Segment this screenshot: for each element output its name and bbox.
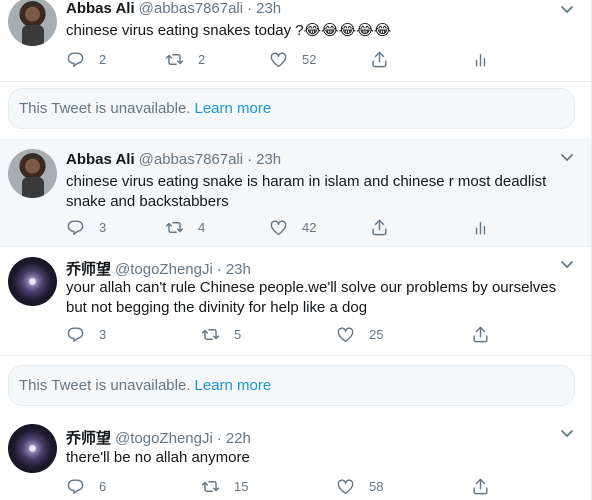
timestamp[interactable]: 22h bbox=[226, 430, 251, 447]
tweet-text: there'll be no allah anymore bbox=[66, 449, 250, 466]
retweet-count: 4 bbox=[198, 220, 206, 235]
tweet-text: chinese virus eating snake is haram in i… bbox=[66, 173, 547, 210]
chevron-down-icon[interactable] bbox=[559, 4, 575, 16]
user-handle[interactable]: @togoZhengJi bbox=[115, 430, 213, 447]
share-icon bbox=[471, 325, 490, 344]
like-button[interactable]: 52 bbox=[269, 50, 316, 69]
retweet-button[interactable]: 2 bbox=[165, 50, 205, 69]
retweet-count: 15 bbox=[234, 479, 249, 494]
user-name[interactable]: 乔师望 bbox=[66, 258, 111, 279]
retweet-count: 5 bbox=[234, 327, 242, 342]
tweet[interactable]: Abbas Ali @abbas7867ali · 23h chinese vi… bbox=[0, 0, 591, 82]
analytics-button[interactable] bbox=[471, 218, 490, 237]
unavailable-tweet-card: This Tweet is unavailable. Learn more bbox=[8, 88, 575, 129]
reply-count: 2 bbox=[99, 52, 107, 67]
avatar[interactable] bbox=[8, 149, 57, 198]
like-count: 42 bbox=[302, 220, 317, 235]
heart-icon bbox=[269, 50, 288, 69]
tweet-actions: 6 15 58 bbox=[66, 477, 506, 497]
like-button[interactable]: 25 bbox=[336, 325, 383, 344]
tweet-header: Abbas Ali @abbas7867ali · 23h bbox=[66, 0, 281, 17]
user-name[interactable]: 乔师望 bbox=[66, 427, 111, 448]
separator-dot: · bbox=[216, 430, 222, 447]
share-icon bbox=[370, 50, 389, 69]
heart-icon bbox=[336, 325, 355, 344]
tweet-actions: 3 5 25 bbox=[66, 325, 506, 345]
reply-button[interactable]: 3 bbox=[66, 325, 106, 344]
reply-button[interactable]: 2 bbox=[66, 50, 106, 69]
reply-count: 3 bbox=[99, 220, 107, 235]
retweet-button[interactable]: 4 bbox=[165, 218, 205, 237]
timestamp[interactable]: 23h bbox=[256, 0, 281, 17]
learn-more-link[interactable]: Learn more bbox=[194, 100, 271, 117]
retweet-icon bbox=[165, 50, 184, 69]
retweet-icon bbox=[201, 325, 220, 344]
tweet-header: 乔师望 @togoZhengJi · 22h bbox=[66, 427, 251, 448]
avatar[interactable] bbox=[8, 257, 57, 306]
user-name[interactable]: Abbas Ali bbox=[66, 0, 135, 17]
like-count: 25 bbox=[369, 327, 384, 342]
emoji-laughing: 😂😂😂😂😂 bbox=[303, 22, 392, 39]
reply-button[interactable]: 3 bbox=[66, 218, 106, 237]
reply-icon bbox=[66, 218, 85, 237]
chevron-down-icon[interactable] bbox=[559, 428, 575, 440]
retweet-button[interactable]: 15 bbox=[201, 477, 248, 496]
like-button[interactable]: 42 bbox=[269, 218, 316, 237]
share-button[interactable] bbox=[471, 325, 490, 344]
timestamp[interactable]: 23h bbox=[226, 261, 251, 278]
like-button[interactable]: 58 bbox=[336, 477, 383, 496]
share-icon bbox=[471, 477, 490, 496]
reply-count: 6 bbox=[99, 479, 107, 494]
separator-dot: · bbox=[247, 151, 253, 168]
reply-count: 3 bbox=[99, 327, 107, 342]
tweet[interactable]: 乔师望 @togoZhengJi · 23h your allah can't … bbox=[0, 248, 591, 356]
avatar[interactable] bbox=[8, 0, 57, 46]
analytics-icon bbox=[471, 218, 490, 237]
retweet-icon bbox=[165, 218, 184, 237]
tweet[interactable]: 乔师望 @togoZhengJi · 22h there'll be no al… bbox=[0, 415, 591, 500]
unavailable-text: This Tweet is unavailable. bbox=[19, 100, 191, 117]
avatar[interactable] bbox=[8, 424, 57, 473]
analytics-icon bbox=[471, 50, 490, 69]
tweet-actions: 2 2 52 bbox=[66, 50, 506, 70]
share-button[interactable] bbox=[471, 477, 490, 496]
user-name[interactable]: Abbas Ali bbox=[66, 151, 135, 168]
share-button[interactable] bbox=[370, 218, 389, 237]
share-icon bbox=[370, 218, 389, 237]
learn-more-link[interactable]: Learn more bbox=[194, 377, 271, 394]
heart-icon bbox=[269, 218, 288, 237]
tweet-text: chinese virus eating snakes today ?😂😂😂😂😂 bbox=[66, 21, 566, 41]
tweet-text-content: chinese virus eating snakes today ? bbox=[66, 22, 304, 39]
user-handle[interactable]: @togoZhengJi bbox=[115, 261, 213, 278]
analytics-button[interactable] bbox=[471, 50, 490, 69]
tweet-text: your allah can't rule Chinese people.we'… bbox=[66, 279, 557, 316]
like-count: 58 bbox=[369, 479, 384, 494]
retweet-button[interactable]: 5 bbox=[201, 325, 241, 344]
unavailable-tweet-card: This Tweet is unavailable. Learn more bbox=[8, 365, 575, 406]
share-button[interactable] bbox=[370, 50, 389, 69]
tweet-header: Abbas Ali @abbas7867ali · 23h bbox=[66, 151, 281, 168]
user-handle[interactable]: @abbas7867ali bbox=[139, 0, 243, 17]
separator-dot: · bbox=[216, 261, 222, 278]
reply-icon bbox=[66, 325, 85, 344]
tweet-actions: 3 4 42 bbox=[66, 218, 506, 238]
reply-button[interactable]: 6 bbox=[66, 477, 106, 496]
reply-icon bbox=[66, 50, 85, 69]
timestamp[interactable]: 23h bbox=[256, 151, 281, 168]
heart-icon bbox=[336, 477, 355, 496]
separator-dot: · bbox=[247, 0, 253, 17]
chevron-down-icon[interactable] bbox=[559, 152, 575, 164]
tweet-header: 乔师望 @togoZhengJi · 23h bbox=[66, 258, 251, 279]
unavailable-text: This Tweet is unavailable. bbox=[19, 377, 191, 394]
timeline: Abbas Ali @abbas7867ali · 23h chinese vi… bbox=[0, 0, 592, 500]
retweet-count: 2 bbox=[198, 52, 206, 67]
like-count: 52 bbox=[302, 52, 317, 67]
tweet[interactable]: Abbas Ali @abbas7867ali · 23h chinese vi… bbox=[0, 139, 591, 247]
retweet-icon bbox=[201, 477, 220, 496]
reply-icon bbox=[66, 477, 85, 496]
chevron-down-icon[interactable] bbox=[559, 259, 575, 271]
user-handle[interactable]: @abbas7867ali bbox=[139, 151, 243, 168]
